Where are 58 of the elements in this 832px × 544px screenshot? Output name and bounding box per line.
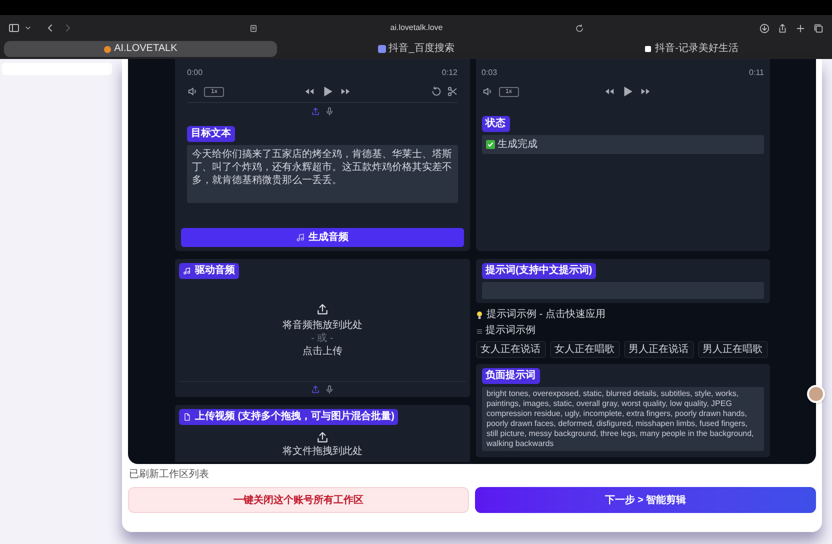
file-icon	[183, 413, 191, 421]
volume-icon[interactable]	[482, 86, 492, 97]
upload-icon[interactable]	[310, 385, 320, 394]
tab-overview-icon[interactable]	[813, 22, 824, 34]
total-time: 0:12	[442, 67, 458, 79]
music-note-icon	[183, 267, 191, 275]
share-icon[interactable]	[777, 22, 788, 34]
label-tag: 驱动音频	[179, 263, 239, 279]
total-time: 0:11	[749, 67, 764, 79]
microphone-icon[interactable]	[324, 107, 334, 116]
microphone-icon[interactable]	[324, 385, 334, 394]
video-drop-zone[interactable]: 将文件拖拽到此处	[179, 431, 466, 458]
label-tag: 状态	[482, 116, 510, 132]
label-tag: 上传视频 (支持多个拖拽，可与图片混合批量)	[179, 409, 398, 425]
browser-tab[interactable]: 抖音-记录美好生活	[554, 41, 828, 57]
label-tag: 目标文本	[187, 126, 235, 142]
rewind-icon[interactable]	[304, 86, 315, 97]
prompt-example-chip[interactable]: 女人正在说话	[476, 341, 546, 358]
sidebar-icon[interactable]	[8, 22, 20, 34]
status-message: 已刷新工作区列表	[129, 468, 210, 482]
page-icon[interactable]	[248, 24, 258, 32]
site-icon	[104, 46, 112, 52]
scissors-icon[interactable]	[446, 86, 458, 97]
status-field: 生成完成	[482, 135, 764, 154]
audio-drop-zone[interactable]: 将音频拖放到此处 - 或 - 点击上传	[179, 279, 466, 381]
prompt-example-chip[interactable]: 男人正在唱歌	[698, 341, 768, 358]
reload-icon[interactable]	[575, 24, 584, 32]
rewind-icon[interactable]	[604, 86, 616, 97]
site-icon	[378, 45, 386, 53]
close-workspaces-button[interactable]: 一键关闭这个账号所有工作区	[128, 487, 469, 513]
undo-icon[interactable]	[430, 86, 442, 97]
download-icon[interactable]	[759, 22, 770, 34]
examples-heading: 提示词示例	[486, 325, 536, 337]
upload-icon[interactable]	[310, 107, 320, 116]
new-tab-icon[interactable]	[795, 22, 806, 34]
label-tag: 提示词(支持中文提示词)	[482, 263, 596, 279]
site-icon	[644, 45, 652, 53]
chevron-down-icon[interactable]	[24, 24, 32, 32]
fast-forward-icon[interactable]	[640, 86, 652, 97]
target-text-field[interactable]: 今天给你们搞来了五家店的烤全鸡，肯德基、华莱士、塔斯丁、叫了个炸鸡，还有永辉超市。这五款炸鸡价格其实差不多，就肯德基稍微贵那么一丢丢。	[187, 145, 458, 203]
list-icon	[476, 328, 482, 334]
upload-icon	[316, 431, 329, 444]
upload-icon	[316, 302, 329, 316]
elapsed-time: 0:00	[187, 67, 203, 79]
negative-prompt-field[interactable]: bright tones, overexposed, static, blurred details, subtitles, style, works, paintings, images, static, overall gray, worst quality, low quality, JPEG compression residue, ugly, incomplete, extra fingers, poorly drawn hands, poorly drawn faces, deformed, disfigured, misshapen limbs, fused fingers, still picture, messy background, three legs, many people in the background, walking backwards	[482, 387, 764, 451]
volume-icon[interactable]	[187, 86, 198, 97]
prompt-example-chip[interactable]: 女人正在唱歌	[550, 341, 620, 358]
music-note-icon	[296, 233, 306, 242]
fast-forward-icon[interactable]	[340, 86, 351, 97]
browser-tab[interactable]: AI.LOVETALK	[4, 41, 278, 57]
generate-audio-button[interactable]: 生成音频	[181, 228, 464, 247]
elapsed-time: 0:03	[482, 67, 498, 79]
label-tag: 负面提示词	[482, 368, 540, 384]
prompt-example-chip[interactable]: 男人正在说话	[624, 341, 694, 358]
browser-tab[interactable]: 抖音_百度搜索	[279, 41, 553, 57]
light-bulb-icon	[476, 310, 482, 320]
next-step-button[interactable]: 下一步 > 智能剪辑	[475, 487, 816, 513]
examples-tip: 提示词示例 - 点击快速应用	[486, 309, 606, 321]
